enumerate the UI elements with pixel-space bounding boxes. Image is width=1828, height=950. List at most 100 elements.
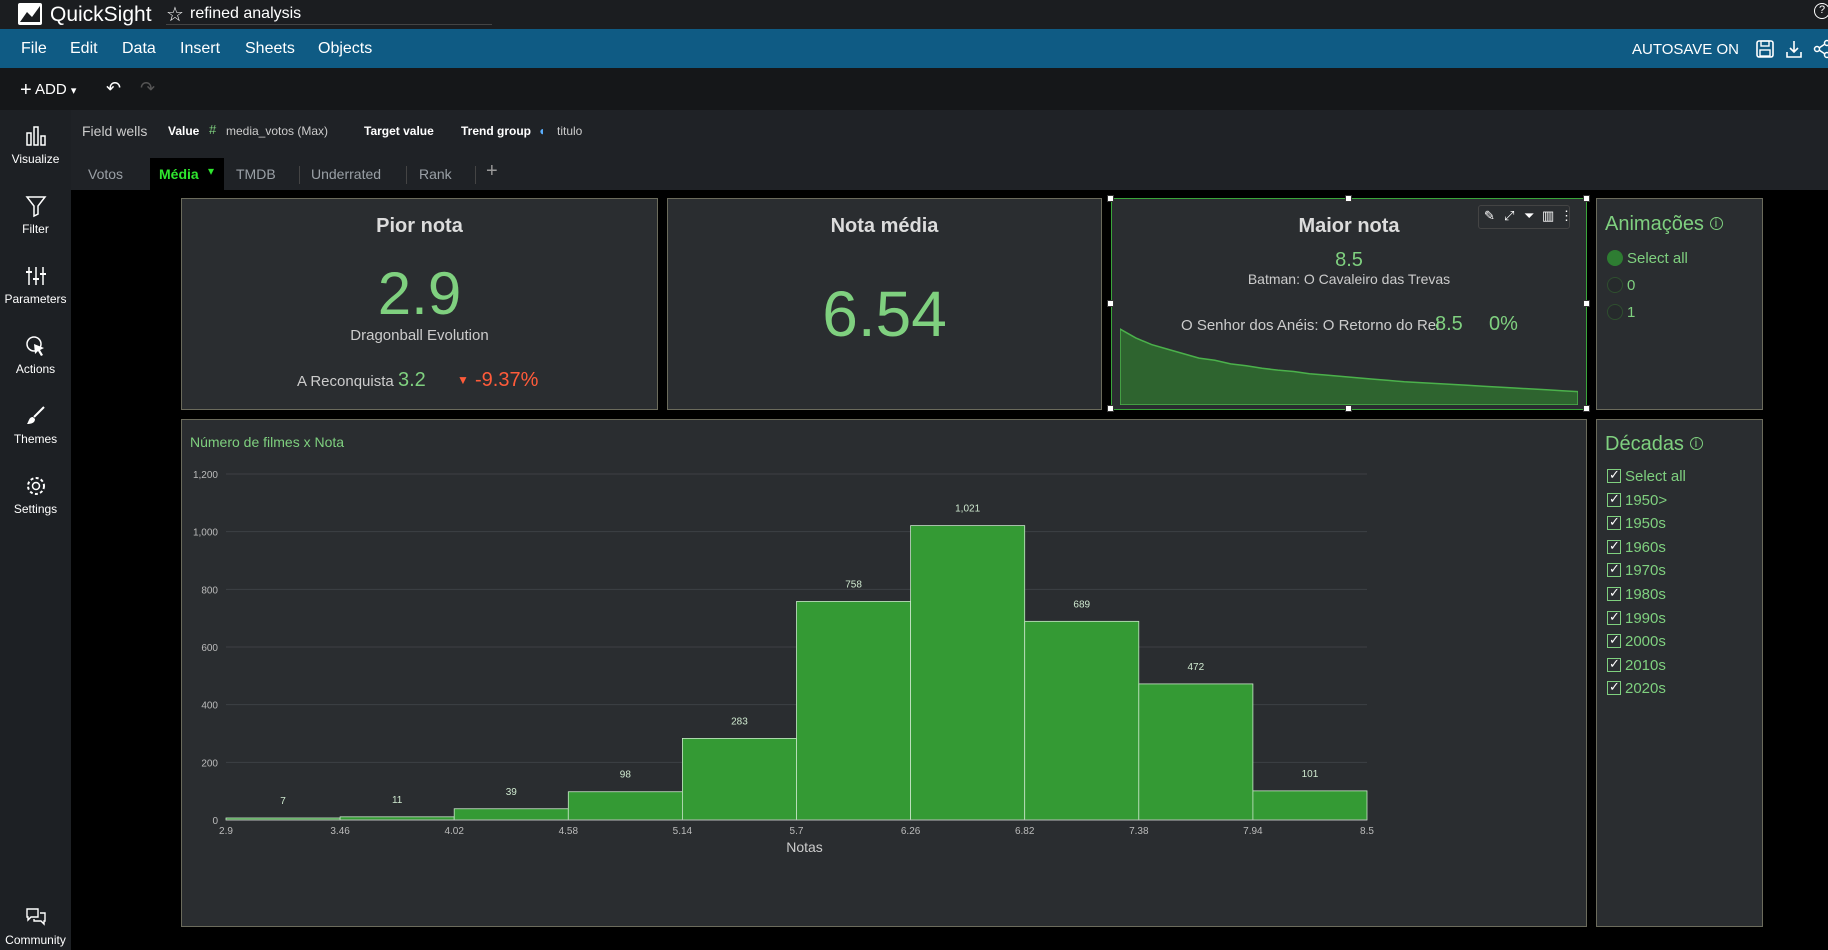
title-underline xyxy=(166,24,492,25)
kpi-maior-nota[interactable]: Maior nota 8.5 Batman: O Cavaleiro das T… xyxy=(1111,198,1587,410)
menu-insert[interactable]: Insert xyxy=(180,40,220,58)
checkbox-option[interactable]: 1960s xyxy=(1607,538,1666,556)
rail-actions[interactable]: Actions xyxy=(0,334,71,376)
checkbox-option[interactable]: 1990s xyxy=(1607,609,1666,627)
value-well-label: Value xyxy=(168,124,200,138)
resize-handle[interactable] xyxy=(1345,405,1352,412)
option-label: 1960s xyxy=(1625,538,1666,556)
checkbox-option[interactable]: 1950s xyxy=(1607,514,1666,532)
save-icon[interactable] xyxy=(1755,39,1775,59)
checkbox[interactable] xyxy=(1607,632,1621,649)
checkbox[interactable] xyxy=(1607,679,1621,696)
tab-votos[interactable]: Votos xyxy=(88,166,123,182)
analysis-title[interactable]: refined analysis xyxy=(190,5,301,23)
tab-media-active[interactable]: Média ▾ xyxy=(150,158,224,190)
radio-button[interactable] xyxy=(1607,304,1623,320)
histogram-bar[interactable] xyxy=(567,791,683,821)
tab-tmdb[interactable]: TMDB xyxy=(236,166,276,182)
rail-visualize[interactable]: Visualize xyxy=(0,124,71,166)
histogram-bar[interactable] xyxy=(910,525,1026,821)
histogram-bar[interactable] xyxy=(1252,790,1368,821)
checkbox[interactable] xyxy=(1607,585,1621,601)
checkbox[interactable] xyxy=(1607,491,1621,507)
bar-value-label: 98 xyxy=(620,770,632,781)
resize-handle[interactable] xyxy=(1583,300,1590,307)
histogram-bar[interactable] xyxy=(681,738,797,821)
radio-button[interactable] xyxy=(1607,277,1623,293)
redo-icon[interactable]: ↷ xyxy=(140,78,155,99)
info-icon[interactable]: i xyxy=(1709,217,1723,230)
checkbox-option[interactable]: Select all xyxy=(1607,467,1686,485)
kpi-pior-nota[interactable]: Pior nota 2.9 Dragonball Evolution A Rec… xyxy=(181,198,658,410)
brand-name: QuickSight xyxy=(50,3,152,26)
histogram-bar[interactable] xyxy=(796,601,911,821)
checkbox[interactable] xyxy=(1607,609,1621,625)
add-sheet-button[interactable]: + xyxy=(486,160,498,183)
rail-parameters[interactable]: Parameters xyxy=(0,264,71,306)
menu-edit[interactable]: Edit xyxy=(70,40,98,58)
animacoes-control[interactable]: Animações i Select all 0 1 xyxy=(1596,198,1763,410)
rail-label: Actions xyxy=(15,362,56,376)
info-icon[interactable]: i xyxy=(1689,437,1703,450)
tab-underrated[interactable]: Underrated xyxy=(311,166,381,182)
checkbox[interactable] xyxy=(1607,514,1621,531)
target-well-label[interactable]: Target value xyxy=(364,124,434,138)
tab-media[interactable]: Média xyxy=(159,166,199,182)
expand-icon[interactable]: ⤢ xyxy=(1504,208,1514,224)
download-icon[interactable] xyxy=(1784,39,1804,59)
field-wells[interactable]: Field wells Value # media_votos (Max) Ta… xyxy=(71,110,1828,152)
rail-settings[interactable]: Settings xyxy=(0,474,71,516)
tab-menu-chevron-icon[interactable]: ▾ xyxy=(208,164,214,178)
add-button[interactable]: + ADD ▾ xyxy=(20,79,76,102)
filter-icon[interactable]: ⏷ xyxy=(1524,208,1534,224)
checkbox-option[interactable]: 2010s xyxy=(1607,656,1666,674)
autosave-status[interactable]: AUTOSAVE ON xyxy=(1632,41,1739,58)
radio-button[interactable] xyxy=(1607,250,1623,266)
kpi-nota-media[interactable]: Nota média 6.54 xyxy=(667,198,1102,410)
menu-data[interactable]: Data xyxy=(122,40,156,58)
checkbox-option[interactable]: 1980s xyxy=(1607,585,1666,603)
checkbox[interactable] xyxy=(1607,538,1621,554)
help-icon[interactable]: ? xyxy=(1814,3,1828,19)
share-icon[interactable] xyxy=(1812,39,1828,59)
resize-handle[interactable] xyxy=(1107,300,1114,307)
checkbox[interactable] xyxy=(1607,656,1621,672)
x-tick-label: 4.02 xyxy=(444,826,464,837)
rail-themes[interactable]: Themes xyxy=(0,404,71,446)
radio-1[interactable]: 1 xyxy=(1607,304,1635,321)
menu-file[interactable]: File xyxy=(21,40,47,58)
rail-community[interactable]: Community xyxy=(0,905,71,947)
checkbox[interactable] xyxy=(1607,561,1621,578)
option-label: 1 xyxy=(1627,304,1636,321)
checkbox-option[interactable]: 1970s xyxy=(1607,561,1666,579)
title-bar: QuickSight ☆ refined analysis ? xyxy=(0,0,1828,29)
layout-icon[interactable]: ▥ xyxy=(1542,208,1554,224)
more-options-icon[interactable]: ⋮ xyxy=(1560,208,1573,224)
radio-select-all[interactable]: Select all xyxy=(1607,250,1688,267)
resize-handle[interactable] xyxy=(1583,195,1590,202)
histogram-bar[interactable] xyxy=(1024,620,1140,821)
value-field[interactable]: media_votos (Max) xyxy=(226,124,328,138)
edit-icon[interactable]: ✎ xyxy=(1484,208,1495,224)
bar-value-label: 39 xyxy=(506,787,518,798)
rail-filter[interactable]: Filter xyxy=(0,194,71,236)
checkbox-option[interactable]: 2000s xyxy=(1607,632,1666,650)
bar-value-label: 11 xyxy=(392,795,403,806)
histogram-visual[interactable]: Número de filmes x Nota 0 200 400 600 800 1,0… xyxy=(181,419,1587,927)
resize-handle[interactable] xyxy=(1107,195,1114,202)
radio-0[interactable]: 0 xyxy=(1607,277,1635,294)
undo-icon[interactable]: ↶ xyxy=(106,78,121,99)
resize-handle[interactable] xyxy=(1107,405,1114,412)
checkbox[interactable] xyxy=(1607,467,1621,483)
histogram-bar[interactable] xyxy=(1138,683,1254,821)
menu-sheets[interactable]: Sheets xyxy=(245,40,295,58)
tab-rank[interactable]: Rank xyxy=(419,166,452,182)
checkbox-option[interactable]: 2020s xyxy=(1607,679,1666,697)
menu-objects[interactable]: Objects xyxy=(318,40,372,58)
histogram-bar[interactable] xyxy=(453,808,569,821)
resize-handle[interactable] xyxy=(1583,405,1590,412)
trend-field[interactable]: titulo xyxy=(557,124,582,138)
decadas-control[interactable]: Décadas i Select all 1950> 1950s 1960s 1970s… xyxy=(1596,419,1763,927)
resize-handle[interactable] xyxy=(1345,195,1352,202)
checkbox-option[interactable]: 1950> xyxy=(1607,491,1667,509)
